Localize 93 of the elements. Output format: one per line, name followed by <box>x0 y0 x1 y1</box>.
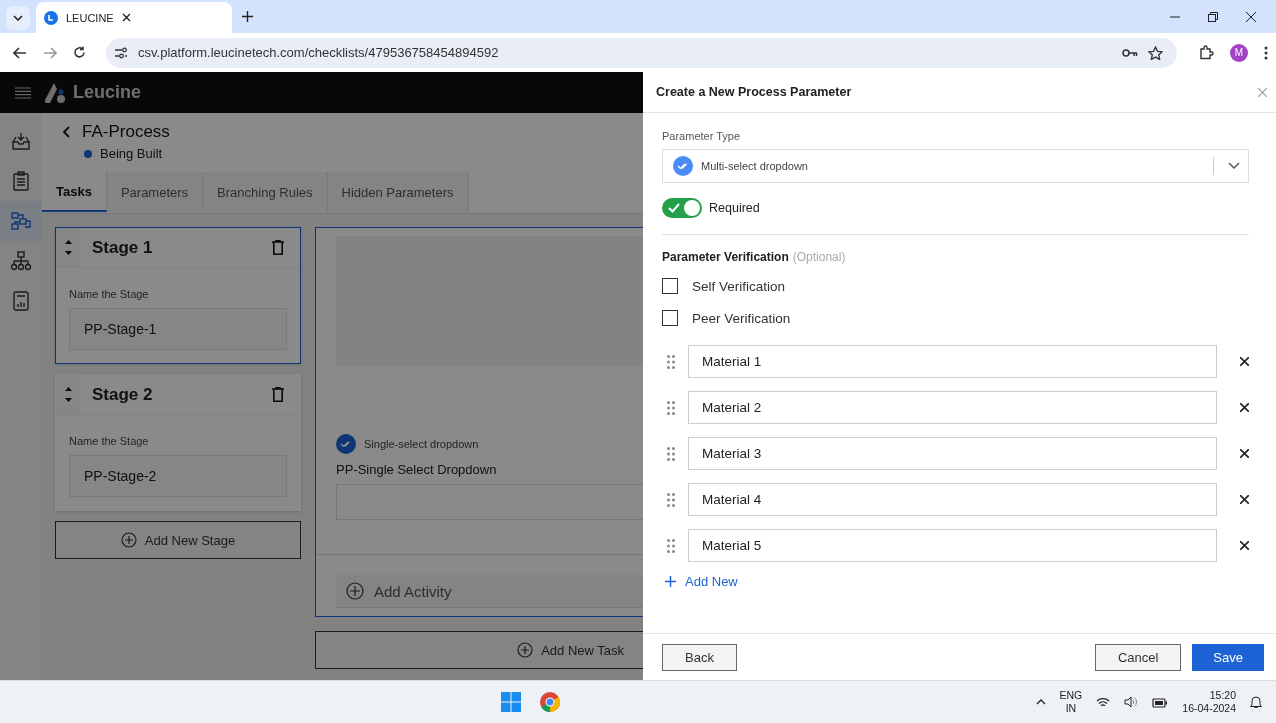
trash-icon[interactable] <box>272 387 284 402</box>
trash-icon[interactable] <box>272 240 284 255</box>
remove-icon[interactable] <box>1240 403 1249 412</box>
drag-handle-icon[interactable] <box>667 538 675 553</box>
plus-icon <box>665 576 676 587</box>
cancel-button[interactable]: Cancel <box>1094 643 1182 671</box>
clock-time[interactable]: 15:20 <box>1209 689 1236 702</box>
save-button[interactable]: Save <box>1192 643 1264 671</box>
tab[interactable]: Parameters <box>106 172 204 212</box>
option-field[interactable]: Material 3 <box>688 437 1217 470</box>
stage-name-field[interactable]: PP-Stage-2 <box>69 455 287 497</box>
tab[interactable]: Branching Rules <box>203 172 328 212</box>
plus-circle-icon <box>346 582 364 600</box>
stage-card[interactable]: Stage 2 Name the Stage PP-Stage-2 <box>55 374 301 511</box>
option-field[interactable]: Material 4 <box>688 483 1217 516</box>
move-up-icon[interactable] <box>64 387 72 391</box>
stage-name-field[interactable]: PP-Stage-1 <box>69 308 287 350</box>
reload-icon[interactable] <box>73 46 86 59</box>
move-down-icon[interactable] <box>64 398 72 402</box>
star-icon[interactable] <box>1148 45 1163 60</box>
checkbox[interactable] <box>662 278 678 294</box>
option-field[interactable]: Material 5 <box>688 529 1217 562</box>
notification-bell-icon[interactable] <box>1250 695 1262 709</box>
stage-card[interactable]: Stage 1 Name the Stage PP-Stage-1 <box>55 227 301 364</box>
drag-handle-icon[interactable] <box>667 446 675 461</box>
wifi-icon[interactable] <box>1096 696 1111 708</box>
region-label[interactable]: IN <box>1065 702 1077 715</box>
address-bar[interactable]: csv.platform.leucinetech.com/checklists/479536758454894592 <box>106 37 1177 68</box>
remove-icon[interactable] <box>1240 495 1249 504</box>
menu-icon[interactable] <box>1264 45 1268 60</box>
stage-title: Stage 1 <box>92 237 154 258</box>
language-label[interactable]: ENG <box>1059 689 1083 702</box>
section-title: Parameter Verification <box>662 250 789 264</box>
back-icon[interactable] <box>13 46 27 59</box>
back-icon[interactable] <box>62 126 70 138</box>
restore-icon[interactable] <box>1208 11 1218 22</box>
process-title: FA-Process <box>82 122 170 142</box>
option-field[interactable]: Material 2 <box>688 391 1217 424</box>
close-icon[interactable] <box>1246 11 1256 22</box>
logo-icon <box>45 82 67 103</box>
drag-handle-icon[interactable] <box>667 492 675 507</box>
status-label: Being Built <box>100 146 163 161</box>
plus-circle-icon <box>517 642 534 658</box>
forward-icon[interactable] <box>43 46 57 59</box>
remove-icon[interactable] <box>1240 449 1249 458</box>
double-check-icon <box>673 156 693 176</box>
drawer-title: Create a New Process Parameter <box>656 85 852 99</box>
move-down-icon[interactable] <box>64 251 72 255</box>
site-icon <box>44 10 58 25</box>
windows-start-icon[interactable] <box>500 692 521 712</box>
checkbox-label: Self Verification <box>692 278 786 294</box>
option-field[interactable]: Material 1 <box>688 345 1217 378</box>
status-dot <box>84 149 92 158</box>
check-icon <box>668 203 680 213</box>
plus-circle-icon <box>120 532 137 548</box>
stage-title: Stage 2 <box>92 384 154 405</box>
chevron-down-icon <box>13 14 23 21</box>
toggle-label: Required <box>709 201 760 215</box>
tab-list-button[interactable] <box>6 5 30 30</box>
battery-icon[interactable] <box>1152 696 1169 708</box>
extensions-icon[interactable] <box>1199 45 1214 60</box>
move-up-icon[interactable] <box>64 240 72 244</box>
site-settings-icon[interactable] <box>114 46 128 59</box>
new-tab-icon[interactable] <box>242 11 253 22</box>
close-icon[interactable] <box>121 13 131 22</box>
chevron-down-icon[interactable] <box>1228 162 1240 170</box>
logo-text: Leucine <box>73 82 142 103</box>
parameter-type-label: Single-select dropdown <box>364 438 479 450</box>
optional-note: (Optional) <box>792 250 846 264</box>
parameter-type-select[interactable]: Multi-select dropdown <box>662 149 1249 183</box>
back-button[interactable]: Back <box>662 643 737 671</box>
chevron-up-icon[interactable] <box>1035 699 1046 705</box>
browser-tab[interactable]: LEUCINE <box>36 2 232 33</box>
field-label: Parameter Type <box>662 130 742 142</box>
required-toggle[interactable] <box>662 198 702 218</box>
checkbox-label: Peer Verification <box>692 310 791 326</box>
drag-handle-icon[interactable] <box>667 400 675 415</box>
clock-date[interactable]: 16-04-2024 <box>1182 702 1236 715</box>
drag-handle-icon[interactable] <box>667 354 675 369</box>
double-check-icon <box>336 434 356 454</box>
remove-icon[interactable] <box>1240 357 1249 366</box>
tab[interactable]: Tasks <box>42 172 107 212</box>
remove-icon[interactable] <box>1240 541 1249 550</box>
key-icon[interactable] <box>1122 47 1138 58</box>
tab[interactable]: Hidden Parameters <box>327 172 469 212</box>
field-label: Name the Stage <box>69 435 150 447</box>
add-stage-button[interactable]: Add New Stage <box>55 521 301 559</box>
checkbox[interactable] <box>662 310 678 326</box>
parameter-name: PP-Single Select Dropdown <box>336 462 498 477</box>
browser-icon[interactable] <box>538 691 561 713</box>
speaker-icon[interactable] <box>1124 696 1139 708</box>
profile-avatar[interactable]: M <box>1230 43 1248 62</box>
field-label: Name the Stage <box>69 288 150 300</box>
